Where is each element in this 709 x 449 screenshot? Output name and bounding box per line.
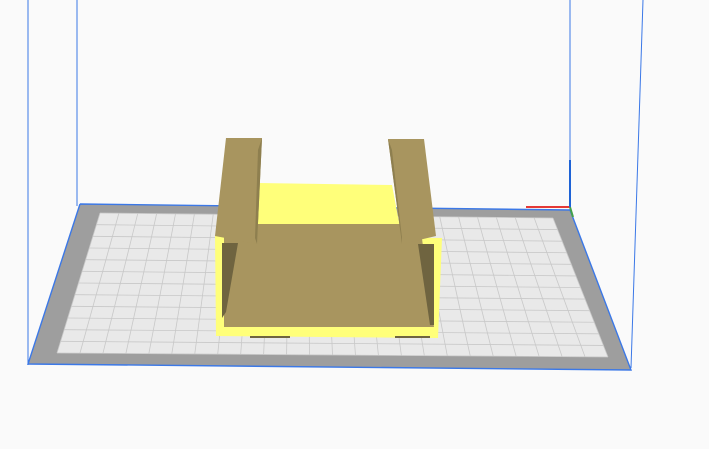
scene-canvas[interactable] — [0, 0, 709, 449]
build-volume-edge-front-right — [630, 0, 644, 369]
axis-indicator — [526, 160, 574, 218]
3d-viewport[interactable] — [0, 0, 709, 449]
model-object[interactable] — [215, 138, 442, 338]
model-left-pillar-face — [215, 138, 262, 244]
